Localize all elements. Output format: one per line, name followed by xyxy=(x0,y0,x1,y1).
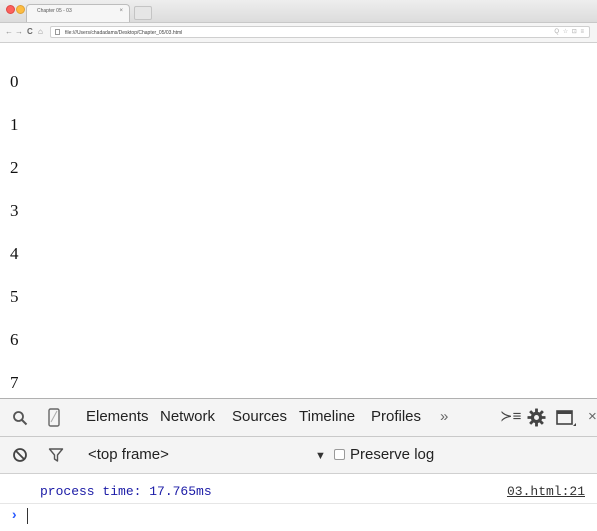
settings-gear-icon[interactable] xyxy=(527,408,546,427)
page-icon xyxy=(55,29,60,35)
console-source-link[interactable]: 03.html:21 xyxy=(507,484,585,499)
reload-icon[interactable]: C xyxy=(27,27,33,37)
browser-window: Chapter 05 - 03 × ← → C ⌂ file:///Users/… xyxy=(0,0,597,531)
output-line: 0 xyxy=(10,72,19,91)
browser-tab[interactable]: Chapter 05 - 03 × xyxy=(26,4,130,22)
tab-timeline[interactable]: Timeline xyxy=(299,408,355,426)
tab-sources[interactable]: Sources xyxy=(232,408,287,426)
frame-selector[interactable]: <top frame> xyxy=(88,446,169,464)
show-drawer-icon[interactable]: ≻≡ xyxy=(500,408,521,426)
back-icon[interactable]: ← xyxy=(5,27,13,37)
title-bar: Chapter 05 - 03 × xyxy=(0,0,597,23)
device-mode-icon[interactable] xyxy=(48,408,60,427)
address-bar[interactable]: file:///Users/chadadams/Desktop/Chapter_… xyxy=(50,26,590,38)
console-prompt-icon: › xyxy=(10,508,19,524)
tab-close-icon[interactable]: × xyxy=(119,8,123,14)
devtools-toolbar: Elements Network Sources Timeline Profil… xyxy=(0,399,597,437)
close-devtools-icon[interactable]: × xyxy=(588,408,597,426)
address-bar-actions-icon[interactable]: Q ☆ ⊡ ≡ xyxy=(554,28,585,35)
message-divider xyxy=(0,503,597,504)
preserve-log-checkbox[interactable] xyxy=(334,449,345,460)
preserve-log-label: Preserve log xyxy=(350,446,435,463)
tab-profiles[interactable]: Profiles xyxy=(371,408,421,426)
more-tabs-icon[interactable]: » xyxy=(440,408,448,426)
new-tab-button[interactable] xyxy=(134,6,152,20)
output-line: 1 xyxy=(10,115,19,134)
close-window-button[interactable] xyxy=(6,5,15,14)
tab-elements[interactable]: Elements xyxy=(86,408,149,426)
output-line: 4 xyxy=(10,244,19,263)
tab-network[interactable]: Network xyxy=(160,408,215,426)
home-icon[interactable]: ⌂ xyxy=(38,27,43,37)
output-line: 6 xyxy=(10,330,19,349)
console-toolbar: <top frame> ▼ Preserve log xyxy=(0,437,597,474)
frame-dropdown-chevron-icon[interactable]: ▼ xyxy=(315,447,326,465)
output-line: 5 xyxy=(10,287,19,306)
console-message: process time: 17.765ms xyxy=(40,484,212,499)
output-line: 7 xyxy=(10,373,19,392)
url-text: file:///Users/chadadams/Desktop/Chapter_… xyxy=(65,30,183,36)
toolbar: ← → C ⌂ file:///Users/chadadams/Desktop/… xyxy=(0,23,597,43)
minimize-window-button[interactable] xyxy=(16,5,25,14)
dock-side-icon[interactable] xyxy=(556,409,576,427)
page-content: 0 1 2 3 4 5 6 7 xyxy=(0,43,597,398)
filter-icon[interactable] xyxy=(48,447,64,463)
forward-icon[interactable]: → xyxy=(15,27,23,37)
output-line: 3 xyxy=(10,201,19,220)
output-line: 2 xyxy=(10,158,19,177)
clear-console-icon[interactable] xyxy=(12,447,28,463)
console-input[interactable] xyxy=(27,508,28,524)
search-icon[interactable] xyxy=(12,410,28,426)
tab-title: Chapter 05 - 03 xyxy=(37,8,72,14)
